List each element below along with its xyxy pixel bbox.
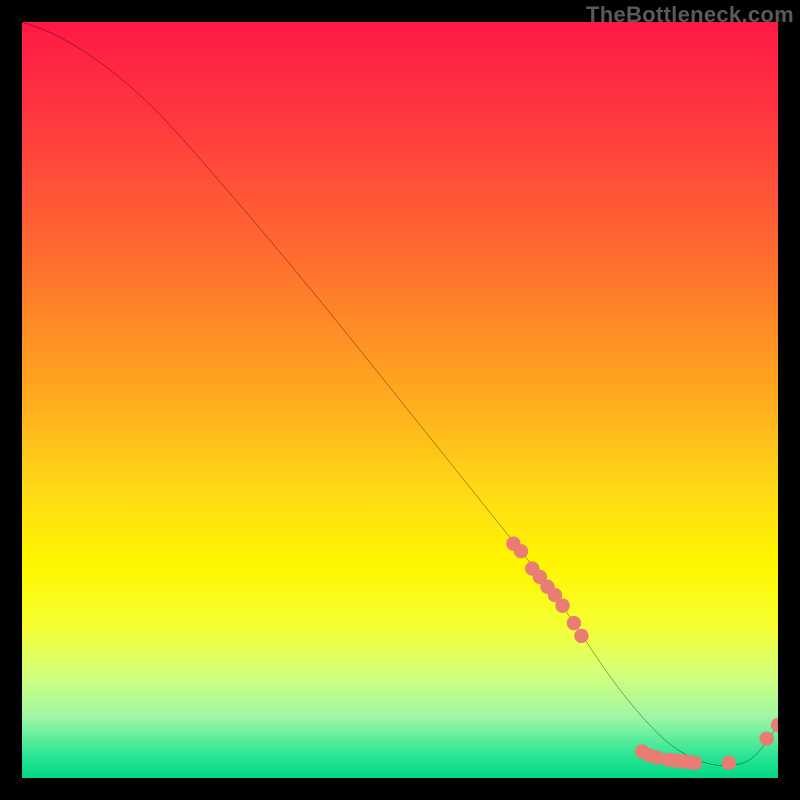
marker-point [574, 629, 588, 643]
watermark-text: TheBottleneck.com [586, 2, 794, 28]
marker-point [514, 544, 528, 558]
marker-point [688, 756, 702, 770]
marker-point [555, 598, 569, 612]
bottleneck-curve [22, 22, 778, 766]
marker-point [567, 616, 581, 630]
plot-area [22, 22, 778, 778]
marker-point [759, 732, 773, 746]
highlight-points [506, 536, 778, 770]
chart-container: TheBottleneck.com [0, 0, 800, 800]
marker-point [722, 756, 736, 770]
chart-svg [22, 22, 778, 778]
marker-point [771, 718, 778, 732]
